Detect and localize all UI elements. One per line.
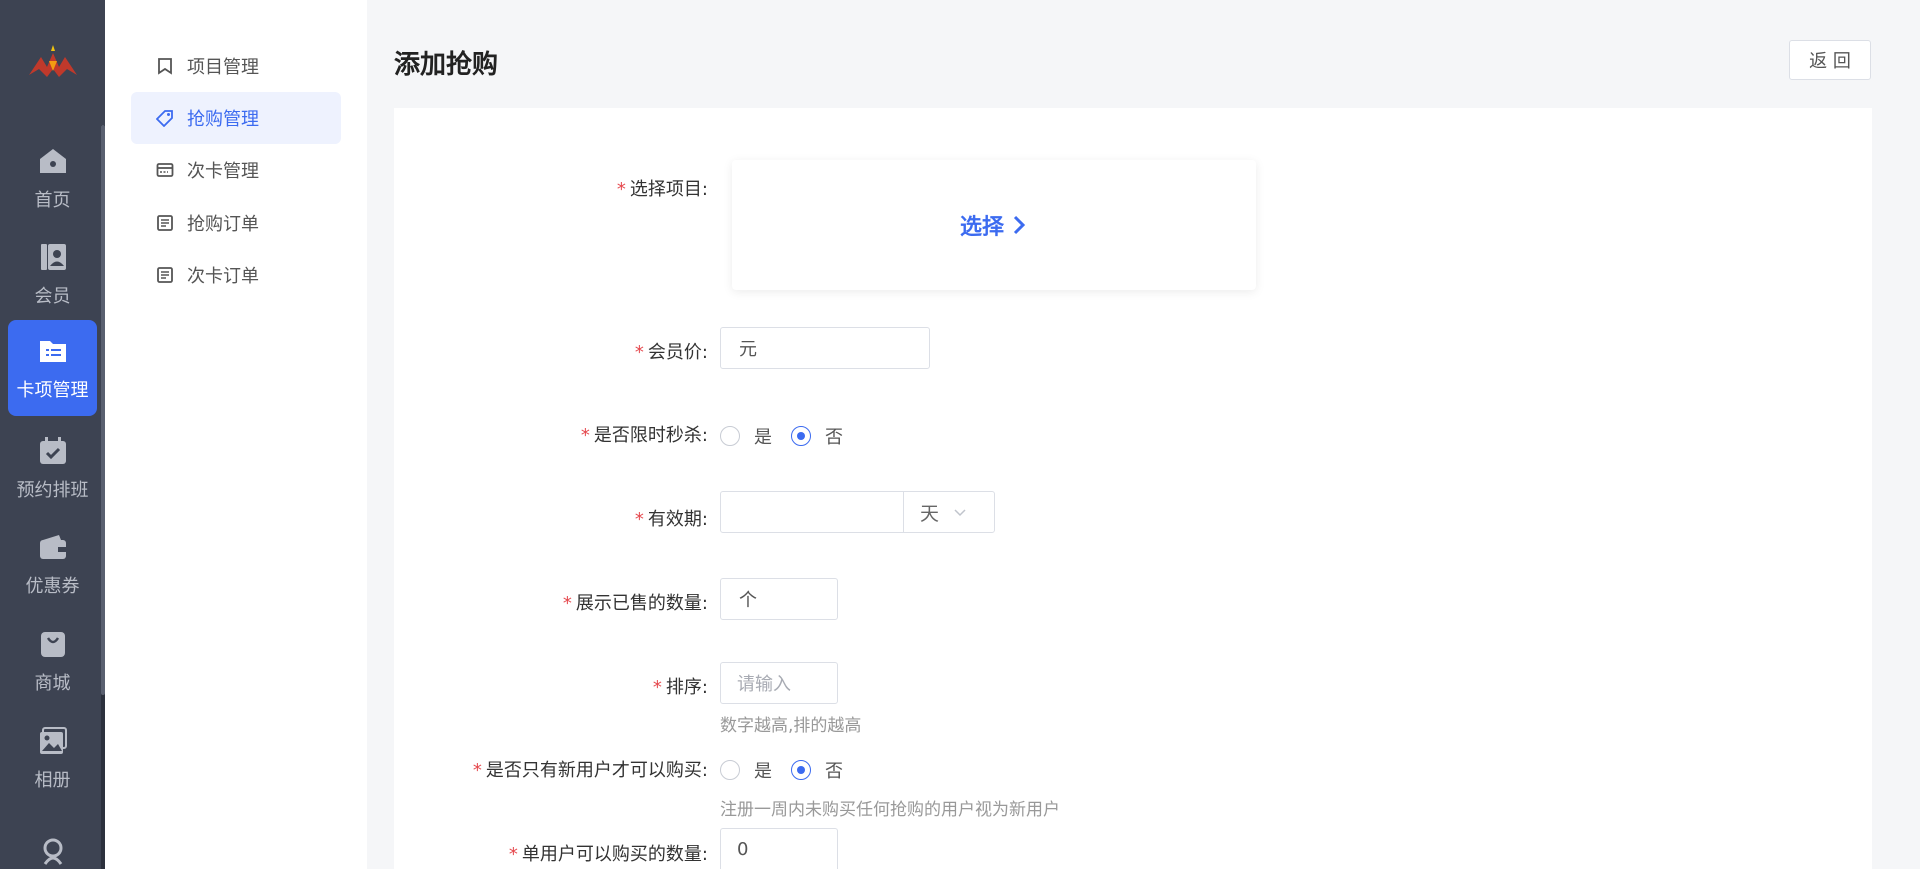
required-mark: * [634,509,644,530]
wallet-icon [36,530,70,564]
required-mark: * [652,677,662,698]
sold-count-unit: 个 [739,590,757,611]
card-icon [155,160,175,180]
nav-item-label: 预约排班 [16,480,89,501]
radio-dot[interactable] [791,426,811,446]
nav-item-partial[interactable] [8,806,97,869]
image-icon [36,724,70,758]
project-label-text: 选择项目: [629,179,708,200]
select-project-link[interactable]: 选择 [960,209,1028,241]
submenu-item-label: 项目管理 [187,57,259,78]
per-user-value: 0 [737,838,749,860]
sold-count-label: * 展示已售的数量: [563,589,708,615]
new-user-label-text: 是否只有新用户才可以购买: [485,760,708,781]
logo [0,0,105,125]
page-title: 添加抢购 [394,50,499,80]
nav-item-schedule[interactable]: 预约排班 [8,420,97,516]
radio-dot[interactable] [720,760,740,780]
back-button[interactable]: 返 回 [1789,40,1871,80]
flash-sale-label: * 是否限时秒杀: [581,421,708,447]
chevron-right-icon [1013,215,1026,235]
per-user-input[interactable]: 0 [720,828,838,869]
flash-sale-yes-label: 是 [754,427,772,448]
submenu-item-project-management[interactable]: 项目管理 [131,40,341,92]
per-user-label-text: 单用户可以购买的数量: [521,844,708,865]
sort-label: * 排序: [653,673,708,699]
member-icon [36,240,70,274]
nav-item-label: 首页 [34,190,71,211]
radio-dot[interactable] [791,760,811,780]
validity-label: * 有效期: [635,505,708,531]
submenu-item-pass-card-management[interactable]: 次卡管理 [131,144,341,196]
new-user-no-label: 否 [825,761,843,782]
submenu-item-flash-sale-orders[interactable]: 抢购订单 [131,197,341,249]
member-price-unit: 元 [739,339,757,360]
required-mark: * [562,593,572,614]
member-price-label: * 会员价: [635,338,708,364]
validity-unit-select[interactable]: 天 [903,491,995,533]
document-icon [155,213,175,233]
nav-item-label: 商城 [34,673,71,694]
required-mark: * [472,760,482,781]
new-user-no-radio[interactable]: 否 [791,757,843,783]
bookmark-icon [155,56,175,76]
submenu-item-label: 次卡管理 [187,161,259,182]
nav-item-member[interactable]: 会员 [8,226,97,322]
new-user-label: * 是否只有新用户才可以购买: [473,756,708,782]
nav-item-coupon[interactable]: 优惠券 [8,516,97,612]
sort-placeholder: 请输入 [737,674,791,695]
submenu: 项目管理 抢购管理 次卡管理 抢购订单 次卡订单 [105,0,367,869]
tag-icon [155,108,175,128]
chevron-down-icon [954,509,966,517]
submenu-item-pass-card-orders[interactable]: 次卡订单 [131,249,341,301]
flash-sale-no-radio[interactable]: 否 [791,423,843,449]
flash-sale-no-label: 否 [825,427,843,448]
flash-sale-yes-radio[interactable]: 是 [720,423,772,449]
new-user-yes-radio[interactable]: 是 [720,757,772,783]
validity-label-text: 有效期: [647,509,708,530]
logo-icon [28,44,77,77]
shopping-bag-icon [36,627,70,661]
nav-item-home[interactable]: 首页 [8,130,97,226]
required-mark: * [634,342,644,363]
nav-item-label: 卡项管理 [16,380,89,401]
submenu-item-label: 抢购管理 [187,109,259,130]
flash-sale-label-text: 是否限时秒杀: [593,425,708,446]
sort-label-text: 排序: [665,677,708,698]
per-user-label: * 单用户可以购买的数量: [509,840,708,866]
required-mark: * [580,425,590,446]
radio-dot[interactable] [720,426,740,446]
partial-icon [36,833,70,867]
nav-item-card-management[interactable]: 卡项管理 [8,320,97,416]
nav-item-label: 会员 [34,286,71,307]
submenu-item-label: 次卡订单 [187,266,259,287]
required-mark: * [508,844,518,865]
member-price-input[interactable]: 元 [720,327,930,369]
new-user-hint: 注册一周内未购买任何抢购的用户视为新用户 [720,800,1060,820]
nav-item-label: 相册 [34,770,71,791]
sold-count-input[interactable]: 个 [720,578,838,620]
nav-item-album[interactable]: 相册 [8,710,97,806]
nav-item-label: 优惠券 [25,576,80,597]
nav-item-mall[interactable]: 商城 [8,613,97,709]
new-user-yes-label: 是 [754,761,772,782]
member-price-label-text: 会员价: [647,342,708,363]
required-mark: * [616,179,626,200]
project-label: * 选择项目: [617,175,708,201]
home-icon [36,144,70,178]
validity-unit-value: 天 [920,502,940,525]
calendar-check-icon [36,434,70,468]
main-nav: 首页 会员 卡项管理 预约排班 优惠券 商城 相册 [0,0,105,869]
sort-input[interactable]: 请输入 [720,662,838,704]
select-project-box[interactable]: 选择 [732,160,1256,290]
sort-hint: 数字越高,排的越高 [720,716,862,736]
select-project-text: 选择 [959,215,1004,240]
sold-count-label-text: 展示已售的数量: [575,593,708,614]
document-icon [155,265,175,285]
submenu-item-label: 抢购订单 [187,214,259,235]
validity-input[interactable] [720,491,904,533]
card-folder-icon [36,334,70,368]
submenu-item-flash-sale-management[interactable]: 抢购管理 [131,92,341,144]
